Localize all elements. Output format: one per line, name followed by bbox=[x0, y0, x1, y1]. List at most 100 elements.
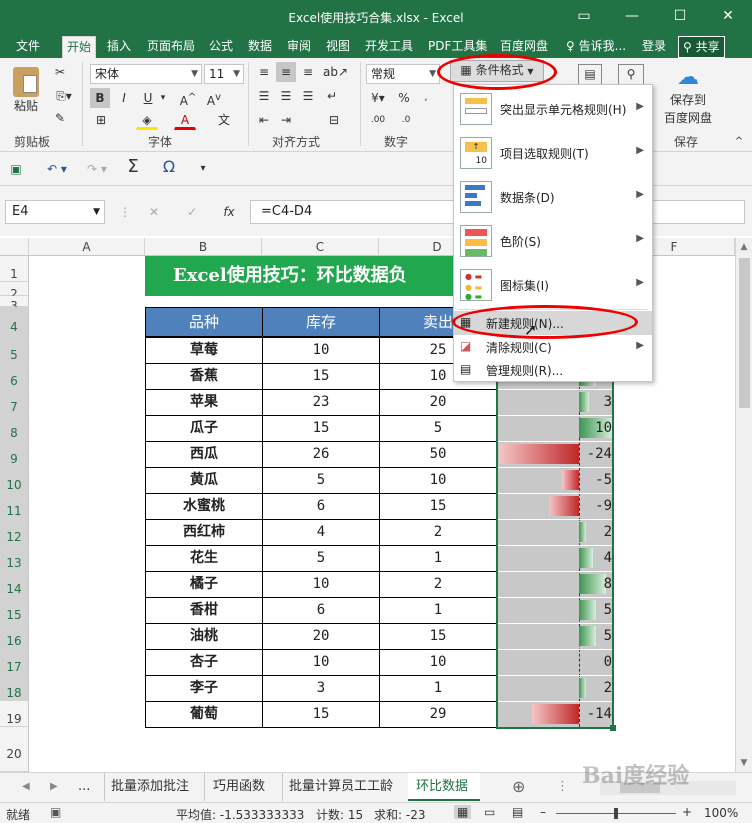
name-box[interactable]: E4 ▼ bbox=[5, 200, 105, 224]
font-name-select[interactable]: 宋体 ▼ bbox=[90, 64, 202, 84]
merge-center-icon[interactable]: ⊟ bbox=[322, 110, 346, 130]
bold-button[interactable]: B bbox=[90, 88, 110, 108]
cancel-icon[interactable]: ✕ bbox=[144, 202, 164, 222]
tab-developer[interactable]: 开发工具 bbox=[361, 36, 417, 58]
page-break-view-icon[interactable]: ▤ bbox=[512, 805, 523, 819]
redo-icon[interactable]: ↷ ▾ bbox=[82, 159, 112, 179]
row-header[interactable]: 18 bbox=[0, 675, 29, 701]
increase-font-icon[interactable]: A^ bbox=[178, 88, 198, 108]
align-center-icon[interactable]: ☰ bbox=[276, 86, 296, 106]
autosum-icon[interactable]: Σ bbox=[122, 157, 144, 181]
table-cell[interactable]: 2 bbox=[379, 519, 497, 546]
table-cell[interactable]: 10 bbox=[262, 337, 380, 364]
close-button[interactable]: ✕ bbox=[716, 6, 740, 26]
italic-button[interactable]: I bbox=[114, 88, 134, 108]
row-header[interactable]: 6 bbox=[0, 363, 29, 389]
row-header[interactable]: 7 bbox=[0, 389, 29, 415]
percent-icon[interactable]: % bbox=[394, 88, 414, 108]
align-bottom-icon[interactable]: ≡ bbox=[298, 62, 318, 82]
row-header[interactable]: 9 bbox=[0, 441, 29, 467]
table-cell[interactable]: 20 bbox=[262, 623, 380, 650]
ribbon-display-icon[interactable]: ▭ bbox=[572, 6, 596, 26]
table-cell[interactable]: 15 bbox=[262, 363, 380, 390]
row-header[interactable]: 19 bbox=[0, 701, 29, 727]
orientation-icon[interactable]: ab↗ bbox=[322, 62, 348, 82]
customize-qat-icon[interactable]: ▾ bbox=[196, 159, 210, 179]
chevron-down-icon[interactable]: ▼ bbox=[736, 754, 752, 772]
table-cell[interactable]: 橘子 bbox=[145, 571, 263, 598]
table-cell[interactable]: 26 bbox=[262, 441, 380, 468]
table-cell[interactable]: 草莓 bbox=[145, 337, 263, 364]
column-header[interactable]: B bbox=[145, 238, 262, 256]
table-cell[interactable]: 5 bbox=[262, 467, 380, 494]
page-layout-view-icon[interactable]: ▭ bbox=[484, 805, 495, 819]
undo-icon[interactable]: ↶ ▾ bbox=[42, 159, 72, 179]
menu-item-top-bottom[interactable]: ↑ 10 项目选取规则(T) ▶ bbox=[454, 131, 652, 175]
zoom-out-icon[interactable]: – bbox=[540, 805, 546, 819]
save-icon[interactable]: ▣ bbox=[6, 159, 26, 179]
row-header[interactable]: 2 bbox=[0, 282, 29, 301]
table-cell[interactable]: 花生 bbox=[145, 545, 263, 572]
drag-handle-icon[interactable]: ⋮ bbox=[556, 773, 569, 801]
sheet-tab[interactable]: 巧用函数 bbox=[204, 773, 278, 801]
table-cell[interactable]: 15 bbox=[379, 493, 497, 520]
table-cell[interactable]: 10 bbox=[262, 571, 380, 598]
table-cell[interactable]: 15 bbox=[262, 415, 380, 442]
cut-icon[interactable]: ✂ bbox=[50, 62, 70, 82]
table-cell[interactable]: 苹果 bbox=[145, 389, 263, 416]
tell-me[interactable]: ♀ 告诉我... bbox=[562, 36, 630, 58]
table-cell[interactable]: 香柑 bbox=[145, 597, 263, 624]
table-cell[interactable]: 2 bbox=[379, 571, 497, 598]
row-header[interactable]: 1 bbox=[0, 256, 29, 282]
align-top-icon[interactable]: ≡ bbox=[254, 62, 274, 82]
table-cell[interactable]: 29 bbox=[379, 701, 497, 728]
tab-insert[interactable]: 插入 bbox=[103, 36, 135, 58]
row-header[interactable]: 15 bbox=[0, 597, 29, 623]
enter-icon[interactable]: ✓ bbox=[182, 202, 202, 222]
table-cell[interactable]: 葡萄 bbox=[145, 701, 263, 728]
collapse-ribbon-icon[interactable]: ^ bbox=[732, 132, 746, 147]
font-size-select[interactable]: 11 ▼ bbox=[204, 64, 244, 84]
table-cell[interactable]: 油桃 bbox=[145, 623, 263, 650]
tab-view[interactable]: 视图 bbox=[322, 36, 354, 58]
table-cell[interactable]: 1 bbox=[379, 545, 497, 572]
table-cell[interactable]: 23 bbox=[262, 389, 380, 416]
copy-icon[interactable]: ⎘▾ bbox=[50, 86, 78, 106]
phonetic-icon[interactable]: 文 bbox=[214, 110, 234, 130]
chevron-up-icon[interactable]: ▲ bbox=[736, 238, 752, 256]
more-sheets[interactable]: ... bbox=[78, 773, 96, 801]
row-header[interactable]: 20 bbox=[0, 727, 29, 772]
table-cell[interactable]: 5 bbox=[262, 545, 380, 572]
scroll-thumb[interactable] bbox=[738, 258, 750, 408]
share-button[interactable]: ⚲ 共享 bbox=[678, 36, 725, 58]
table-cell[interactable]: 瓜子 bbox=[145, 415, 263, 442]
row-header[interactable]: 12 bbox=[0, 519, 29, 545]
table-cell[interactable]: 50 bbox=[379, 441, 497, 468]
table-cell[interactable]: 4 bbox=[262, 519, 380, 546]
table-cell[interactable]: 10 bbox=[379, 649, 497, 676]
table-cell[interactable]: 5 bbox=[379, 415, 497, 442]
table-cell[interactable]: 6 bbox=[262, 597, 380, 624]
fill-handle[interactable] bbox=[610, 725, 616, 731]
tab-file[interactable]: 文件 bbox=[12, 36, 44, 58]
align-middle-icon[interactable]: ≡ bbox=[276, 62, 296, 82]
row-header[interactable]: 10 bbox=[0, 467, 29, 493]
decrease-decimal-icon[interactable]: .0 bbox=[394, 110, 418, 130]
row-header[interactable]: 17 bbox=[0, 649, 29, 675]
row-header[interactable]: 4 bbox=[0, 307, 29, 337]
column-header[interactable]: A bbox=[29, 238, 145, 256]
normal-view-icon[interactable]: ▦ bbox=[454, 805, 472, 819]
table-cell[interactable]: 香蕉 bbox=[145, 363, 263, 390]
save-to-baidu-button[interactable]: ☁ 保存到 百度网盘 bbox=[660, 64, 716, 130]
row-header[interactable]: 16 bbox=[0, 623, 29, 649]
wrap-text-icon[interactable]: ↵ bbox=[322, 86, 342, 106]
table-cell[interactable]: 6 bbox=[262, 493, 380, 520]
table-cell[interactable]: 黄瓜 bbox=[145, 467, 263, 494]
symbol-icon[interactable]: Ω bbox=[158, 157, 180, 181]
comma-icon[interactable]: , bbox=[416, 88, 436, 108]
decrease-indent-icon[interactable]: ⇤ bbox=[254, 110, 274, 130]
border-icon[interactable]: ⊞ bbox=[90, 110, 112, 130]
maximize-button[interactable]: ☐ bbox=[668, 6, 692, 26]
row-header[interactable]: 14 bbox=[0, 571, 29, 597]
table-cell[interactable]: 1 bbox=[379, 675, 497, 702]
